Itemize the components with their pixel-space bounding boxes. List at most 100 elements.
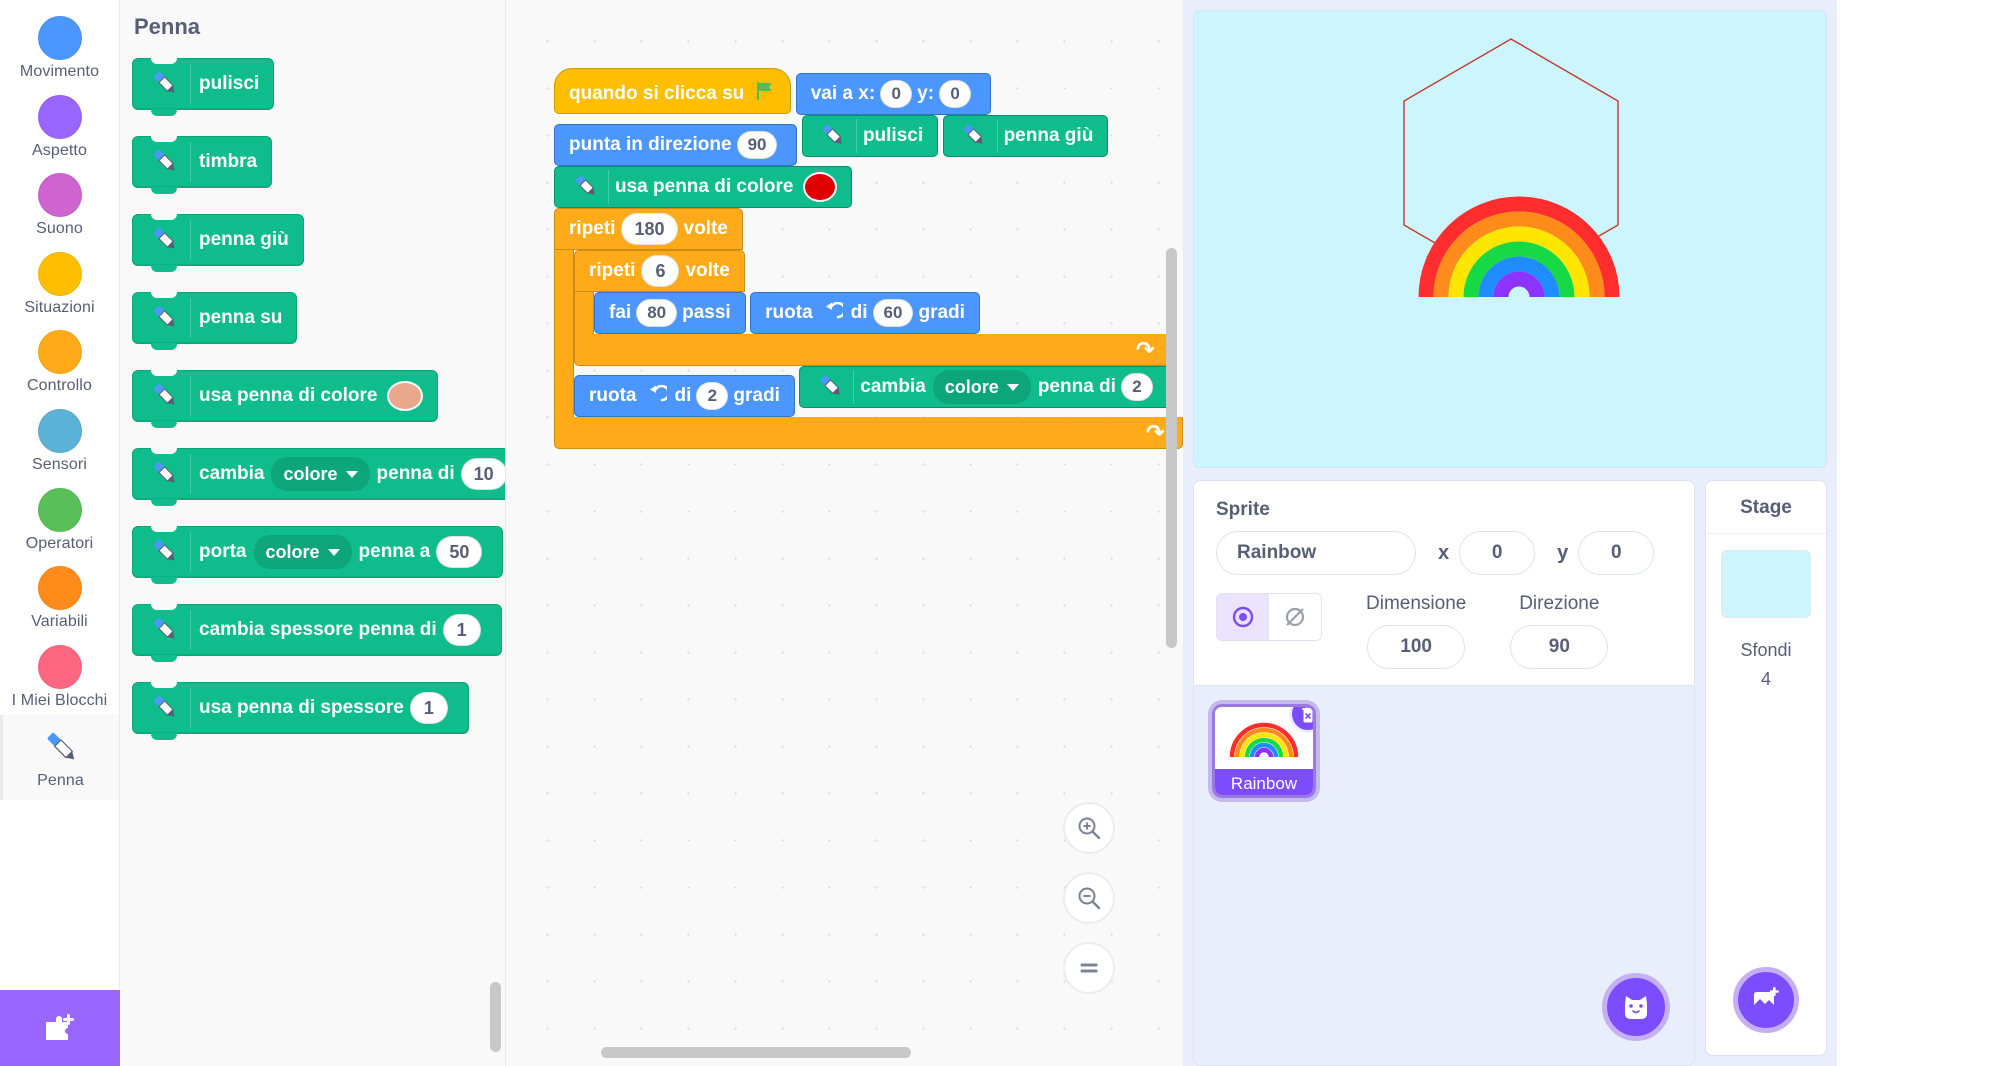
block-label: timbra [199, 151, 258, 172]
palette-block-usa-penna-di-spessore[interactable]: usa penna di spessore 1 [132, 682, 469, 740]
palette-block-usa-penna-di-colore[interactable]: usa penna di colore [132, 370, 439, 428]
x-label: x [1438, 541, 1450, 564]
sprite-x-input[interactable] [1459, 531, 1536, 575]
color-picker-swatch[interactable] [387, 381, 424, 411]
y-input[interactable]: 0 [939, 80, 972, 108]
zoom-in-button[interactable] [1063, 802, 1115, 854]
block-usa-penna-di-colore[interactable]: usa penna di colore [554, 166, 853, 208]
block-point-in-direction[interactable]: punta in direzione 90 [554, 124, 798, 166]
palette-block-pulisci[interactable]: pulisci [132, 58, 275, 116]
block-label: quando si clicca su [569, 83, 745, 104]
steps-input[interactable]: 80 [636, 299, 678, 327]
pen-icon [39, 725, 83, 769]
code-workspace[interactable]: quando si clicca su vai a x: 0 y: 0 punt… [506, 0, 1183, 1066]
block-goto-xy[interactable]: vai a x: 0 y: 0 [795, 73, 992, 115]
stage-thumbnail[interactable] [1721, 550, 1811, 618]
degrees-input[interactable]: 60 [872, 299, 914, 327]
block-label: usa penna di colore [199, 385, 378, 406]
direction-input[interactable]: 90 [736, 131, 778, 159]
block-cambia-colore-penna[interactable]: cambia colore penna di 2 [799, 366, 1173, 408]
scratch-editor: Movimento Aspetto Suono Situazioni Contr… [0, 0, 2000, 1066]
chevron-down-icon [345, 470, 358, 478]
sprite-name-input[interactable] [1216, 531, 1416, 575]
hide-sprite-button[interactable] [1269, 594, 1321, 640]
sidebar-item-sensori[interactable]: Sensori [0, 401, 120, 480]
sidebar-item-operatori[interactable]: Operatori [0, 480, 120, 559]
sidebar-item-aspetto[interactable]: Aspetto [0, 87, 120, 166]
direction-label: Direzione [1519, 593, 1600, 614]
palette-block-porta-colore-penna[interactable]: porta colore penna a 50 [132, 526, 504, 584]
block-repeat-inner[interactable]: ripeti 6 volte fai 80 passi ruota di 60 … [574, 250, 1173, 366]
number-input[interactable]: 50 [436, 536, 483, 568]
backdrops-label: Sfondi [1740, 640, 1792, 660]
block-penna-giu[interactable]: penna giù [942, 115, 1109, 157]
sidebar-item-label: Operatori [25, 534, 94, 552]
block-palette[interactable]: Penna pulisci timbra penna giù penna su … [120, 0, 506, 1066]
block-label-pre: ripeti [589, 260, 636, 281]
sidebar-item-penna[interactable]: Penna [0, 715, 120, 800]
repeat-outer-header[interactable]: ripeti 180 volte [554, 208, 743, 250]
color-attribute-dropdown[interactable]: colore [932, 370, 1031, 404]
pen-icon [147, 688, 191, 728]
stage-canvas[interactable] [1193, 10, 1827, 468]
add-backdrop-button[interactable] [1733, 967, 1799, 1033]
sprite-tile-rainbow[interactable]: Rainbow [1212, 704, 1316, 798]
palette-scrollbar[interactable] [490, 982, 501, 1052]
add-extension-button[interactable] [0, 990, 120, 1066]
zoom-reset-button[interactable] [1063, 942, 1115, 994]
block-label: usa penna di spessore [199, 697, 404, 718]
cat-add-icon [1625, 996, 1647, 1019]
controllo-color-dot [37, 330, 82, 375]
show-sprite-button[interactable] [1217, 594, 1269, 640]
block-label: penna giù [199, 229, 289, 250]
add-sprite-button[interactable] [1602, 973, 1670, 1041]
block-when-flag-clicked[interactable]: quando si clicca su [554, 68, 792, 114]
number-input[interactable]: 1 [409, 692, 448, 724]
sidebar-item-i-miei-blocchi[interactable]: I Miei Blocchi [0, 637, 120, 716]
pen-icon [147, 220, 191, 260]
sidebar-item-situazioni[interactable]: Situazioni [0, 244, 120, 323]
block-pulisci[interactable]: pulisci [801, 115, 939, 157]
sidebar-item-movimento[interactable]: Movimento [0, 8, 120, 87]
palette-block-timbra[interactable]: timbra [132, 136, 273, 194]
color-picker-swatch[interactable] [803, 172, 838, 202]
block-repeat-outer[interactable]: ripeti 180 volte ripeti 6 volte fai 80 p… [554, 208, 1183, 449]
repeat-count-input[interactable]: 6 [641, 255, 680, 287]
zoom-out-button[interactable] [1063, 872, 1115, 924]
sprite-size-input[interactable] [1367, 625, 1466, 669]
script-stack[interactable]: quando si clicca su vai a x: 0 y: 0 punt… [554, 68, 1183, 449]
color-attribute-dropdown[interactable]: colore [253, 535, 352, 569]
block-label: pulisci [862, 125, 924, 146]
block-turn-left-outer[interactable]: ruota di 2 gradi [574, 375, 795, 417]
chevron-down-icon [327, 548, 340, 556]
block-move-steps[interactable]: fai 80 passi [594, 292, 746, 334]
repeat-inner-header[interactable]: ripeti 6 volte [574, 250, 745, 292]
sprite-direction-input[interactable] [1510, 625, 1609, 669]
block-turn-left-inner[interactable]: ruota di 60 gradi [750, 292, 980, 334]
degrees-input[interactable]: 2 [696, 382, 729, 410]
sprite-y-input[interactable] [1578, 531, 1655, 575]
repeat-count-input[interactable]: 180 [621, 213, 678, 245]
block-label-pre: cambia [199, 463, 265, 484]
turn-left-icon [645, 385, 667, 407]
sidebar-item-suono[interactable]: Suono [0, 165, 120, 244]
palette-block-cambia-colore-penna[interactable]: cambia colore penna di 10 [132, 448, 505, 506]
i-miei-blocchi-color-dot [37, 644, 82, 689]
block-label-y: y: [917, 83, 935, 104]
palette-block-penna-giu[interactable]: penna giù [132, 214, 304, 272]
sidebar-item-controllo[interactable]: Controllo [0, 322, 120, 401]
sidebar-item-label: Controllo [27, 377, 92, 395]
palette-block-penna-su[interactable]: penna su [132, 292, 298, 350]
palette-block-cambia-spessore-penna[interactable]: cambia spessore penna di 1 [132, 604, 502, 662]
color-attribute-dropdown[interactable]: colore [271, 457, 370, 491]
sidebar-item-label: Movimento [19, 63, 100, 80]
stage-selector-panel[interactable]: Stage Sfondi 4 [1705, 480, 1827, 1056]
amount-input[interactable]: 2 [1120, 373, 1153, 401]
x-input[interactable]: 0 [880, 80, 913, 108]
workspace-vertical-scrollbar[interactable] [1166, 248, 1177, 648]
sidebar-item-variabili[interactable]: Variabili [0, 558, 120, 637]
number-input[interactable]: 10 [460, 458, 505, 490]
palette-block-list: pulisci timbra penna giù penna su usa pe… [120, 40, 505, 760]
number-input[interactable]: 1 [442, 614, 481, 646]
workspace-horizontal-scrollbar[interactable] [601, 1047, 911, 1058]
